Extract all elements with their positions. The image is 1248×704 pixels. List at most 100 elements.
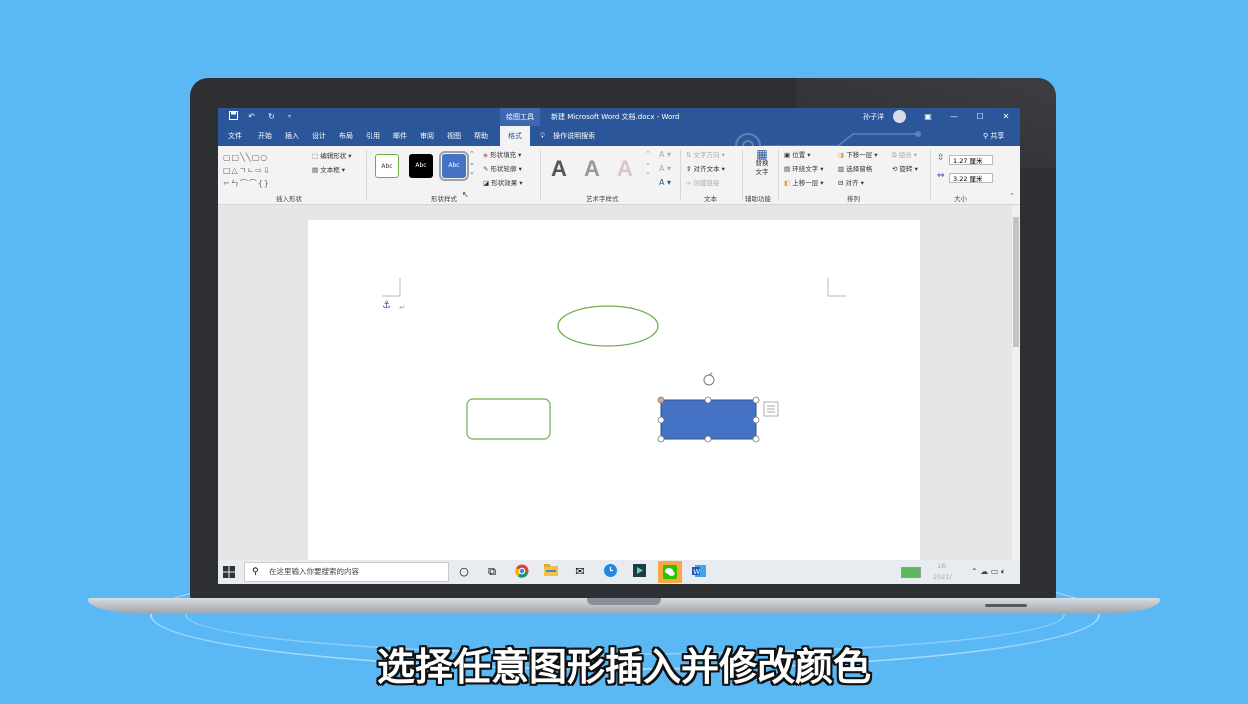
shape-style-swatch-selected[interactable]: Abc [439,151,469,181]
cloud-icon: ☁ [980,567,989,576]
taskbar-search-input[interactable]: ⚲ 在这里输入你要搜索的内容 [244,562,449,582]
wrap-text-button[interactable]: ▤ 环绕文字 ▾ [784,165,824,174]
tab-help[interactable]: 帮助 [470,126,492,146]
resize-handle [657,435,665,443]
page-canvas: ⚓︎ ↵ [382,278,846,443]
text-effects-icon[interactable]: A ▾ [659,178,671,187]
laptop-base-slot [985,604,1027,607]
rotate-icon: ⟲ [892,165,898,173]
save-icon[interactable] [228,111,239,122]
document-page[interactable]: ⚓︎ ↵ [308,220,920,565]
task-view-icon[interactable]: ⧉ [484,564,500,580]
close-icon[interactable]: ✕ [994,108,1018,126]
group-divider [366,150,367,200]
position-icon: ▣ [784,151,791,159]
user-name[interactable]: 孙子洋 [863,108,884,126]
minimize-icon[interactable]: — [942,108,966,126]
avatar[interactable] [893,110,906,123]
mail-icon[interactable]: ✉ [572,564,588,580]
shape-fill-button[interactable]: ◈ 形状填充 ▾ [483,151,521,160]
tab-file[interactable]: 文件 [224,126,246,146]
svg-text:W: W [693,568,700,576]
resize-handle [752,435,760,443]
wrap-text-label: 环绕文字 [792,165,819,173]
group-divider [540,150,541,200]
undo-icon[interactable]: ↶ [246,111,257,122]
tab-design[interactable]: 设计 [308,126,330,146]
wordart-sample[interactable]: A [617,156,633,182]
shape-gallery[interactable]: ▢▢╲╲□○ □△ㄱㄴ⇨⇩ ⌐ㄣ⌒⌒{} [223,151,303,190]
windows-taskbar: ⚲ 在这里输入你要搜索的内容 ○ ⧉ ✉ W 18: 2021/ ⌃ ☁ ▭ 🔈… [218,560,1020,584]
video-caption: 选择任意图形插入并修改颜色 [376,645,871,689]
alt-text-button[interactable]: ▦ 替换 文字 [751,148,773,177]
scrollbar-thumb[interactable] [1013,217,1019,347]
group-button[interactable]: ⧉ 组合 ▾ [892,151,917,160]
tray-icons[interactable]: ⌃ ☁ ▭ 🔈︎ [971,560,1006,584]
maximize-icon[interactable]: ☐ [968,108,992,126]
shape-style-swatch[interactable]: Abc [409,154,433,178]
tab-format[interactable]: 格式 [500,126,530,146]
gallery-scroll-icon[interactable]: ⌃ ⌄ ⌄ [469,150,475,177]
edit-shape-button[interactable]: ⬚ 编辑形状 ▾ [312,152,352,161]
ribbon-display-icon[interactable]: ▣ [916,108,940,126]
create-link-button[interactable]: ∞ 创建链接 [686,179,720,188]
margin-corner-mark [827,278,846,297]
send-backward-button[interactable]: ◨ 下移一层 ▾ [838,151,878,160]
group-label-insert-shapes: 插入形状 [276,195,302,203]
rotate-button[interactable]: ⟲ 旋转 ▾ [892,165,918,174]
shape-outline-button[interactable]: ✎ 形状轮廓 ▾ [483,165,522,174]
customize-icon[interactable]: ▿ [284,111,295,122]
windows-start-icon[interactable] [223,566,235,578]
battery-indicator[interactable] [901,560,921,584]
text-box-button[interactable]: ▤ 文本框 ▾ [312,166,345,175]
resize-handle [752,416,760,424]
gallery-scroll-icon[interactable]: ⌃ ⌄ ⌄ [645,150,651,177]
tab-home[interactable]: 开始 [254,126,276,146]
align-text-button[interactable]: ⇕ 对齐文本 ▾ [686,165,725,174]
tab-review[interactable]: 审阅 [416,126,438,146]
chrome-icon[interactable] [514,564,530,580]
clock-app-icon[interactable] [602,564,618,580]
wordart-sample[interactable]: A [551,156,567,182]
position-button[interactable]: ▣ 位置 ▾ [784,151,811,160]
tab-references[interactable]: 引用 [362,126,384,146]
text-fill-icon[interactable]: A ▾ [659,150,671,159]
shape-effects-button[interactable]: ◪ 形状效果 ▾ [483,179,523,188]
align-text-icon: ⇕ [686,165,692,173]
group-divider [680,150,681,200]
system-clock[interactable]: 18: 2021/ [933,561,952,583]
tab-view[interactable]: 视图 [443,126,465,146]
laptop-hinge-notch [587,598,661,605]
share-label: 共享 [990,132,1005,140]
tab-layout[interactable]: 布局 [335,126,357,146]
word-icon[interactable]: W [691,564,707,580]
media-app-icon[interactable] [631,564,647,580]
chevron-up-icon: ⌃ [971,567,978,576]
text-outline-icon[interactable]: A ▾ [659,164,671,173]
align-button[interactable]: ⊟ 对齐 ▾ [838,179,864,188]
text-direction-button[interactable]: ⇅ 文字方向 ▾ [686,151,725,160]
height-field[interactable]: 1.27 厘米 [949,155,993,165]
cortana-icon[interactable]: ○ [456,564,472,580]
redo-icon[interactable]: ↻ [266,111,277,122]
laptop-screen: ↶ ↻ ▿ 绘图工具 新建 Microsoft Word 文档.docx - W… [218,108,1020,584]
edit-shape-icon: ⬚ [312,152,319,160]
margin-corner-mark [382,278,401,297]
anchor-icon: ⚓︎ [382,300,391,311]
tell-me-search[interactable]: 💡︎ 操作说明搜索 [540,126,595,146]
collapse-ribbon-icon[interactable]: ⌃ [1009,192,1015,201]
wordart-sample[interactable]: A [584,156,600,182]
shape-style-swatch[interactable]: Abc [375,154,399,178]
tab-insert[interactable]: 插入 [281,126,303,146]
width-field[interactable]: 3.22 厘米 [949,173,993,183]
vertical-scrollbar[interactable] [1012,205,1020,560]
wechat-icon[interactable] [658,561,682,583]
bring-forward-button[interactable]: ◧ 上移一层 ▾ [784,179,824,188]
shape-gallery-row: ▢▢╲╲□○ [223,153,269,162]
file-explorer-icon[interactable] [543,564,559,580]
height-icon: ⇳ [937,153,945,163]
tab-mailings[interactable]: 邮件 [389,126,411,146]
document-title: 新建 Microsoft Word 文档.docx - Word [551,113,680,121]
selection-pane-button[interactable]: ▥ 选择窗格 [838,165,872,174]
share-button[interactable]: ⚲ 共享 [983,126,1004,146]
